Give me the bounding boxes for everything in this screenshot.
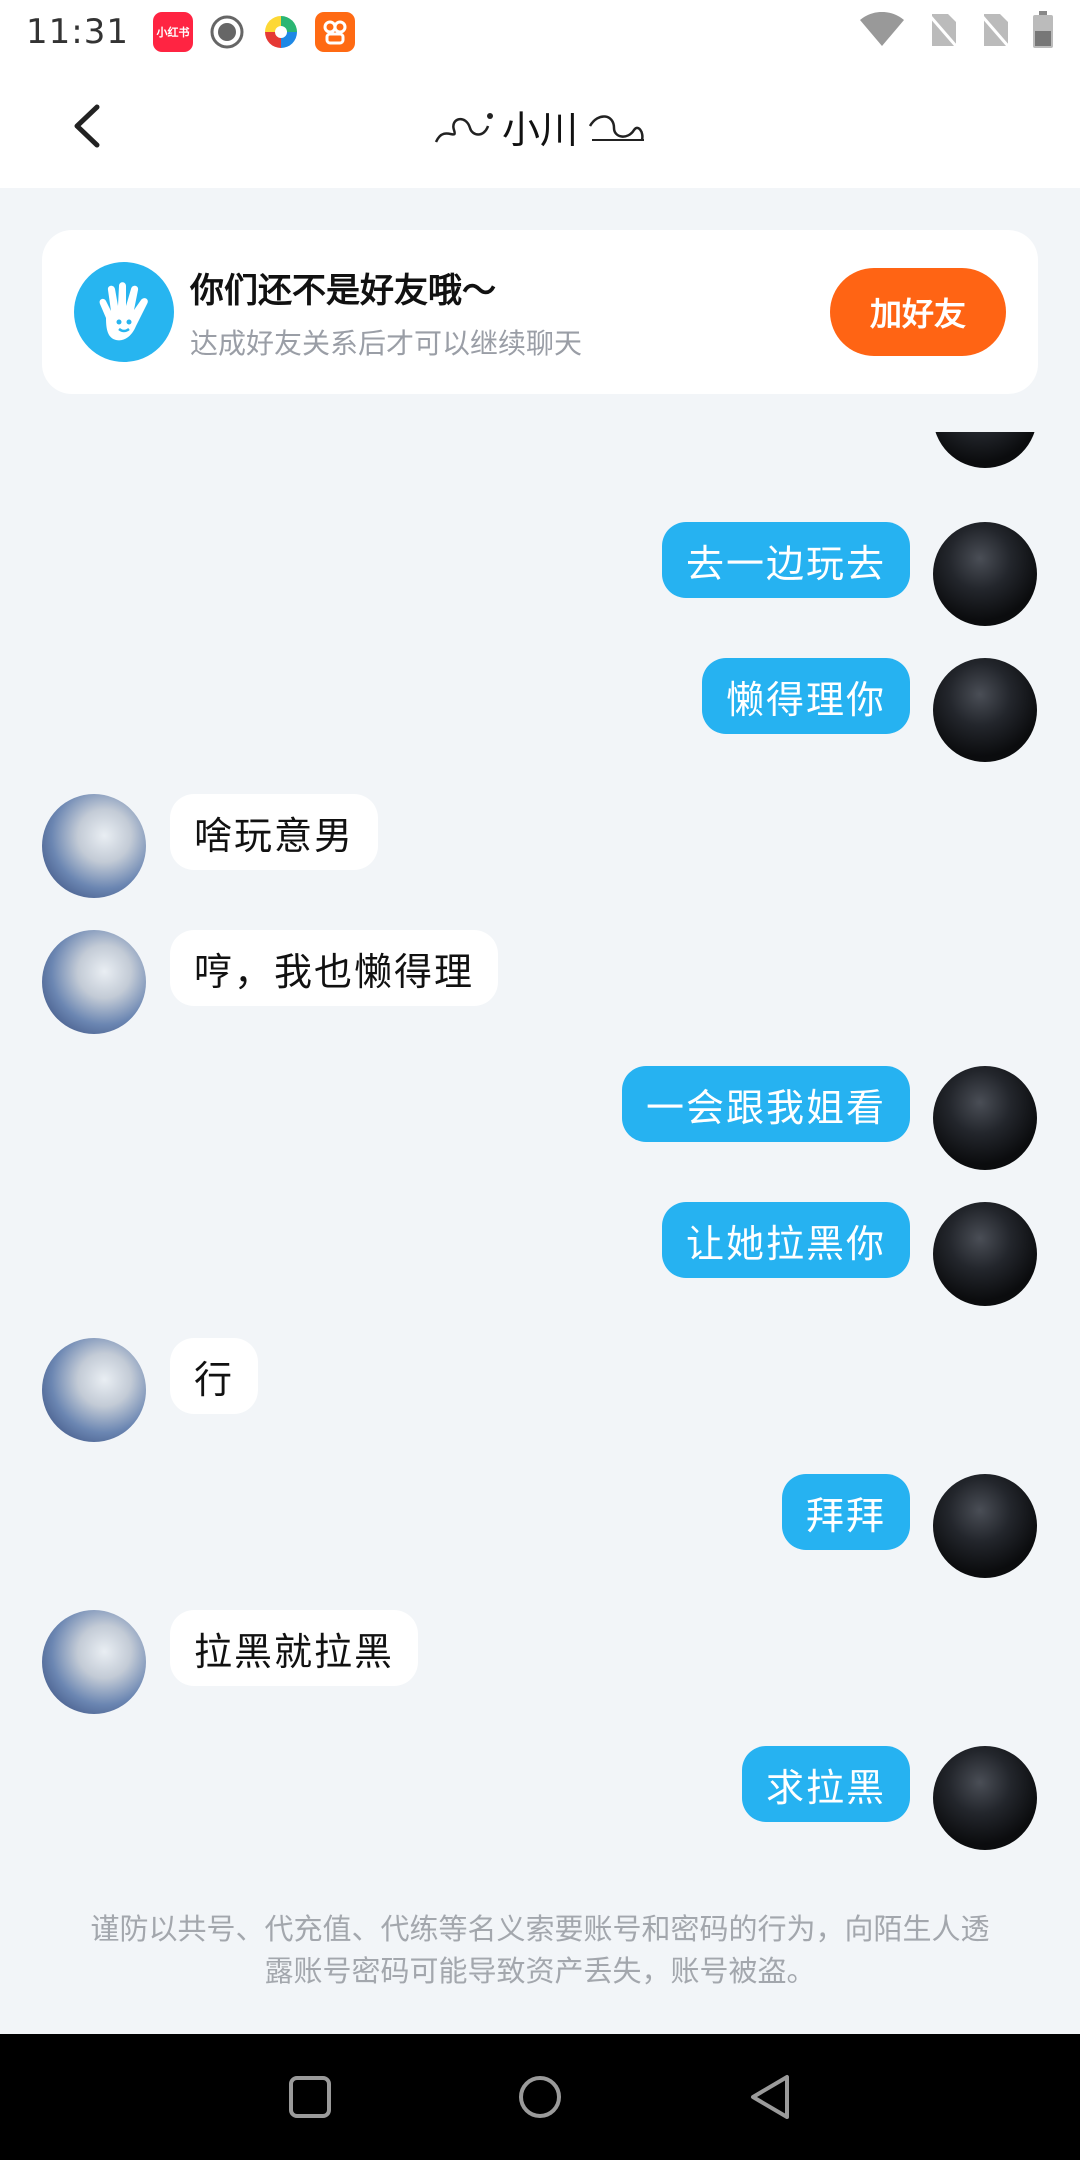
message-bubble-sent: 去一边玩去 (661, 522, 910, 598)
my-avatar[interactable] (933, 658, 1037, 762)
message-bubble-sent: 一会跟我姐看 (621, 1066, 910, 1142)
not-friends-banner: 你们还不是好友哦～ 达成好友关系后才可以继续聊天 加好友 (42, 230, 1038, 394)
my-avatar[interactable] (933, 1474, 1037, 1578)
message-bubble-sent: 让她拉黑你 (661, 1202, 910, 1278)
system-navigation-bar (0, 2034, 1080, 2160)
banner-title: 你们还不是好友哦～ (190, 270, 496, 311)
my-avatar[interactable] (933, 1066, 1037, 1170)
add-friend-button[interactable]: 加好友 (830, 268, 1006, 356)
my-avatar[interactable] (933, 1746, 1037, 1850)
hand-wave-icon (74, 262, 174, 362)
my-avatar[interactable] (933, 1202, 1037, 1306)
home-button[interactable] (510, 2067, 570, 2127)
circle-icon (519, 2076, 561, 2118)
message-bubble-received: 哼，我也懒得理 (170, 930, 499, 1006)
message-bubble-sent: 懒得理你 (701, 658, 910, 734)
banner-texts: 你们还不是好友哦～ 达成好友关系后才可以继续聊天 (190, 263, 830, 362)
contact-avatar[interactable] (42, 930, 146, 1034)
my-avatar[interactable] (933, 522, 1037, 626)
my-avatar[interactable] (933, 432, 1037, 468)
triangle-back-icon (751, 2075, 789, 2119)
message-bubble-received: 啥玩意男 (170, 794, 379, 870)
back-nav-button[interactable] (740, 2067, 800, 2127)
message-scroll-area: 去一边玩去 懒得理你 啥玩意男 哼，我也懒得理 一会跟我姐看 让她拉黑你 行 拜… (0, 432, 1080, 1852)
message-bubble-sent: 求拉黑 (741, 1746, 910, 1822)
square-icon (289, 2076, 331, 2118)
banner-subtitle: 达成好友关系后才可以继续聊天 (190, 326, 583, 360)
contact-avatar[interactable] (42, 1338, 146, 1442)
contact-avatar[interactable] (42, 794, 146, 898)
recent-apps-button[interactable] (280, 2067, 340, 2127)
safety-notice: 谨防以共号、代充值、代练等名义索要账号和密码的行为，向陌生人透露账号密码可能导致… (90, 1912, 990, 1988)
contact-avatar[interactable] (42, 1610, 146, 1714)
message-bubble-received: 行 (170, 1338, 259, 1414)
message-bubble-sent: 拜拜 (781, 1474, 910, 1550)
message-bubble-received: 拉黑就拉黑 (170, 1610, 419, 1686)
